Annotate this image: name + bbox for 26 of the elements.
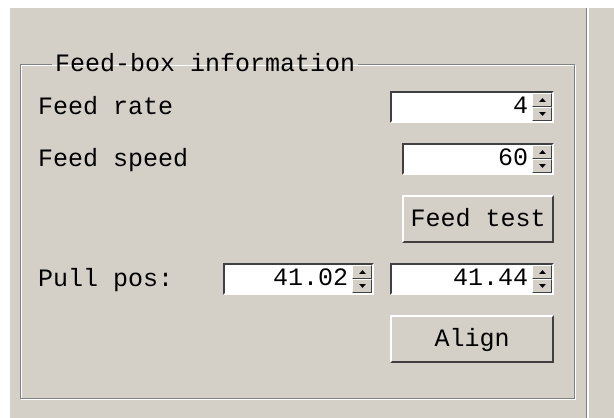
spin-box[interactable]: 4	[390, 91, 554, 123]
field-label: Feed speed	[38, 144, 190, 174]
group-title: Feed-box information	[54, 50, 356, 79]
spin-down-button[interactable]	[352, 279, 372, 293]
down-arrow-icon	[538, 284, 546, 288]
spin-down-button[interactable]	[532, 279, 552, 293]
up-arrow-icon	[538, 270, 546, 274]
down-arrow-icon	[538, 164, 546, 168]
spin-down-button[interactable]	[532, 159, 552, 173]
down-arrow-icon	[538, 112, 546, 116]
up-arrow-icon	[358, 270, 366, 274]
feed-test-button[interactable]: Feed test	[402, 195, 554, 243]
spin-box[interactable]: 41.02	[223, 263, 374, 295]
up-arrow-icon	[538, 98, 546, 102]
field-label: Pull pos:	[38, 264, 174, 294]
align-button[interactable]: Align	[390, 315, 554, 363]
spin-down-button[interactable]	[532, 107, 552, 121]
spin-up-button[interactable]	[532, 265, 552, 279]
field-label: Feed rate	[38, 92, 174, 122]
spin-box[interactable]: 41.44	[390, 263, 554, 295]
spin-box[interactable]: 60	[402, 143, 554, 175]
spin-up-button[interactable]	[532, 93, 552, 107]
spin-up-button[interactable]	[532, 145, 552, 159]
down-arrow-icon	[358, 284, 366, 288]
up-arrow-icon	[538, 150, 546, 154]
spin-up-button[interactable]	[352, 265, 372, 279]
